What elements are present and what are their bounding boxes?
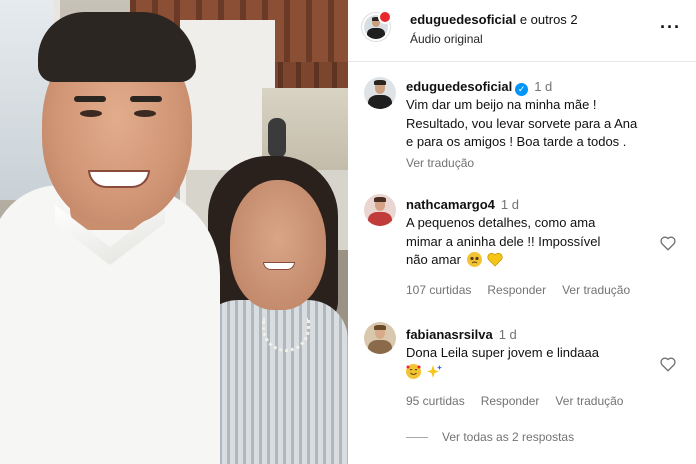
header-others[interactable]: e outros 2 bbox=[520, 12, 578, 27]
comment-avatar[interactable] bbox=[364, 322, 396, 354]
comment-line: não amar bbox=[406, 252, 461, 267]
woman-smile bbox=[263, 262, 295, 270]
likes-count[interactable]: 107 curtidas bbox=[406, 283, 471, 297]
comment-line: Dona Leila super jovem e lindaaa bbox=[406, 345, 599, 360]
comment-line: A pequenos detalhes, como ama bbox=[406, 215, 596, 230]
man-smile bbox=[88, 170, 150, 188]
translate-link[interactable]: Ver tradução bbox=[555, 394, 623, 408]
yellow-heart-icon bbox=[487, 252, 503, 267]
comment-emoji-line bbox=[406, 363, 656, 382]
comment-text: Dona Leila super jovem e lindaaa bbox=[406, 344, 656, 381]
comments-panel: eduguedesoficial e outros 2 Áudio origin… bbox=[348, 0, 696, 464]
replies-divider bbox=[406, 437, 428, 439]
translate-link[interactable]: Ver tradução bbox=[406, 156, 474, 170]
more-horizontal-icon[interactable]: ··· bbox=[660, 18, 681, 36]
smiling-face-with-hearts-icon bbox=[406, 363, 421, 379]
audio-label[interactable]: Áudio original bbox=[410, 32, 483, 46]
comment-line: Vim dar um beijo na minha mãe ! bbox=[406, 97, 597, 112]
comment-actions: 95 curtidas Responder Ver tradução bbox=[406, 394, 639, 408]
translate-link[interactable]: Ver tradução bbox=[562, 283, 630, 297]
comment-line: e para os amigos ! Boa tarde a todos . bbox=[406, 134, 627, 149]
man-eye-right bbox=[134, 110, 156, 117]
comment-header: fabianasrsilva 1 d bbox=[406, 326, 517, 344]
comment-username[interactable]: eduguedesoficial bbox=[406, 79, 512, 94]
story-badge-icon bbox=[378, 10, 392, 24]
like-heart-icon[interactable] bbox=[659, 355, 677, 373]
comment-header: nathcamargo4 1 d bbox=[406, 196, 519, 214]
comment-time: 1 d bbox=[534, 79, 553, 94]
post-header: eduguedesoficial e outros 2 Áudio origin… bbox=[348, 0, 696, 62]
comment-avatar[interactable] bbox=[364, 194, 396, 226]
likes-count[interactable]: 95 curtidas bbox=[406, 394, 465, 408]
comment-username[interactable]: nathcamargo4 bbox=[406, 197, 495, 212]
man-eyebrow-left bbox=[74, 96, 106, 102]
pleading-face-icon bbox=[466, 252, 482, 267]
comment-text: Vim dar um beijo na minha mãe ! Resultad… bbox=[406, 96, 686, 152]
comment-username[interactable]: fabianasrsilva bbox=[406, 327, 493, 342]
background-person bbox=[268, 118, 286, 158]
man-eyebrow-right bbox=[130, 96, 162, 102]
comment-line-with-emoji: não amar bbox=[406, 251, 656, 270]
comment-time: 1 d bbox=[500, 197, 519, 212]
reply-link[interactable]: Responder bbox=[481, 394, 540, 408]
verified-badge-icon: ✓ bbox=[515, 83, 529, 96]
man-hair bbox=[38, 12, 196, 82]
comment-actions: 107 curtidas Responder Ver tradução bbox=[406, 283, 646, 297]
header-username[interactable]: eduguedesoficial bbox=[410, 12, 516, 27]
view-replies-label[interactable]: Ver todas as 2 respostas bbox=[442, 430, 574, 444]
comment-header: eduguedesoficial ✓ 1 d bbox=[406, 78, 552, 96]
comment-text: A pequenos detalhes, como ama mimar a an… bbox=[406, 214, 656, 270]
like-heart-icon[interactable] bbox=[659, 234, 677, 252]
sparkles-icon bbox=[426, 364, 442, 379]
header-title[interactable]: eduguedesoficial e outros 2 bbox=[410, 12, 578, 27]
comment-avatar[interactable] bbox=[364, 77, 396, 109]
comment-line: mimar a aninha dele !! Impossível bbox=[406, 233, 601, 249]
woman-face bbox=[230, 180, 326, 310]
man-eye-left bbox=[80, 110, 102, 117]
comment-time: 1 d bbox=[498, 327, 517, 342]
reply-link[interactable]: Responder bbox=[487, 283, 546, 297]
view-replies-link[interactable]: Ver todas as 2 respostas bbox=[406, 430, 574, 444]
selfie-photo bbox=[0, 0, 348, 464]
comment-line: Resultado, vou levar sorvete para a Ana bbox=[406, 115, 638, 131]
